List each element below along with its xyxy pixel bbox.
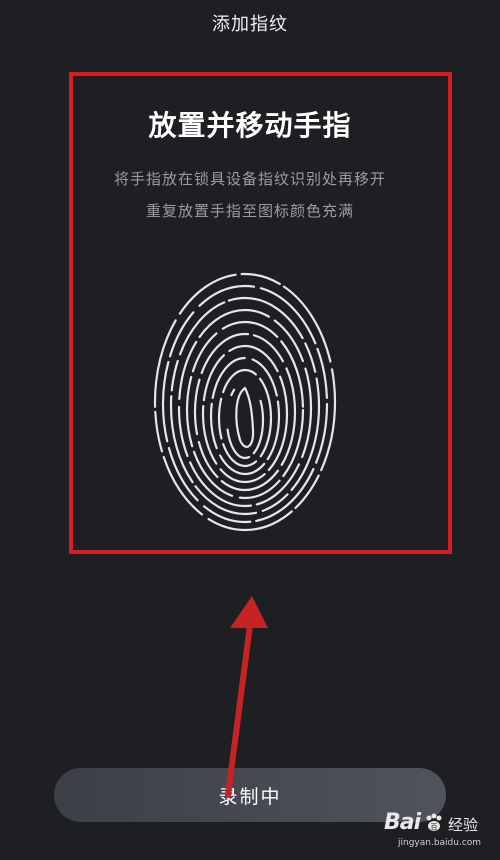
- fingerprint-icon: [153, 272, 337, 532]
- watermark-url: jingyan.baidu.com: [398, 838, 482, 848]
- instruction-text-2: 重复放置手指至图标颜色充满: [145, 202, 354, 220]
- watermark-brand: Bai: [384, 810, 421, 835]
- instruction-text-1: 将手指放在锁具设备指纹识别处再移开: [113, 170, 386, 188]
- watermark: Bai 百 经验 jingyan.baidu.com: [384, 810, 494, 852]
- enroll-title: 放置并移动手指: [148, 109, 352, 142]
- paw-icon: 百: [426, 813, 442, 831]
- arrow-up-icon: [225, 596, 268, 798]
- watermark-product: 经验: [448, 816, 479, 834]
- page-title: 添加指纹: [212, 14, 288, 35]
- svg-text:百: 百: [431, 823, 438, 831]
